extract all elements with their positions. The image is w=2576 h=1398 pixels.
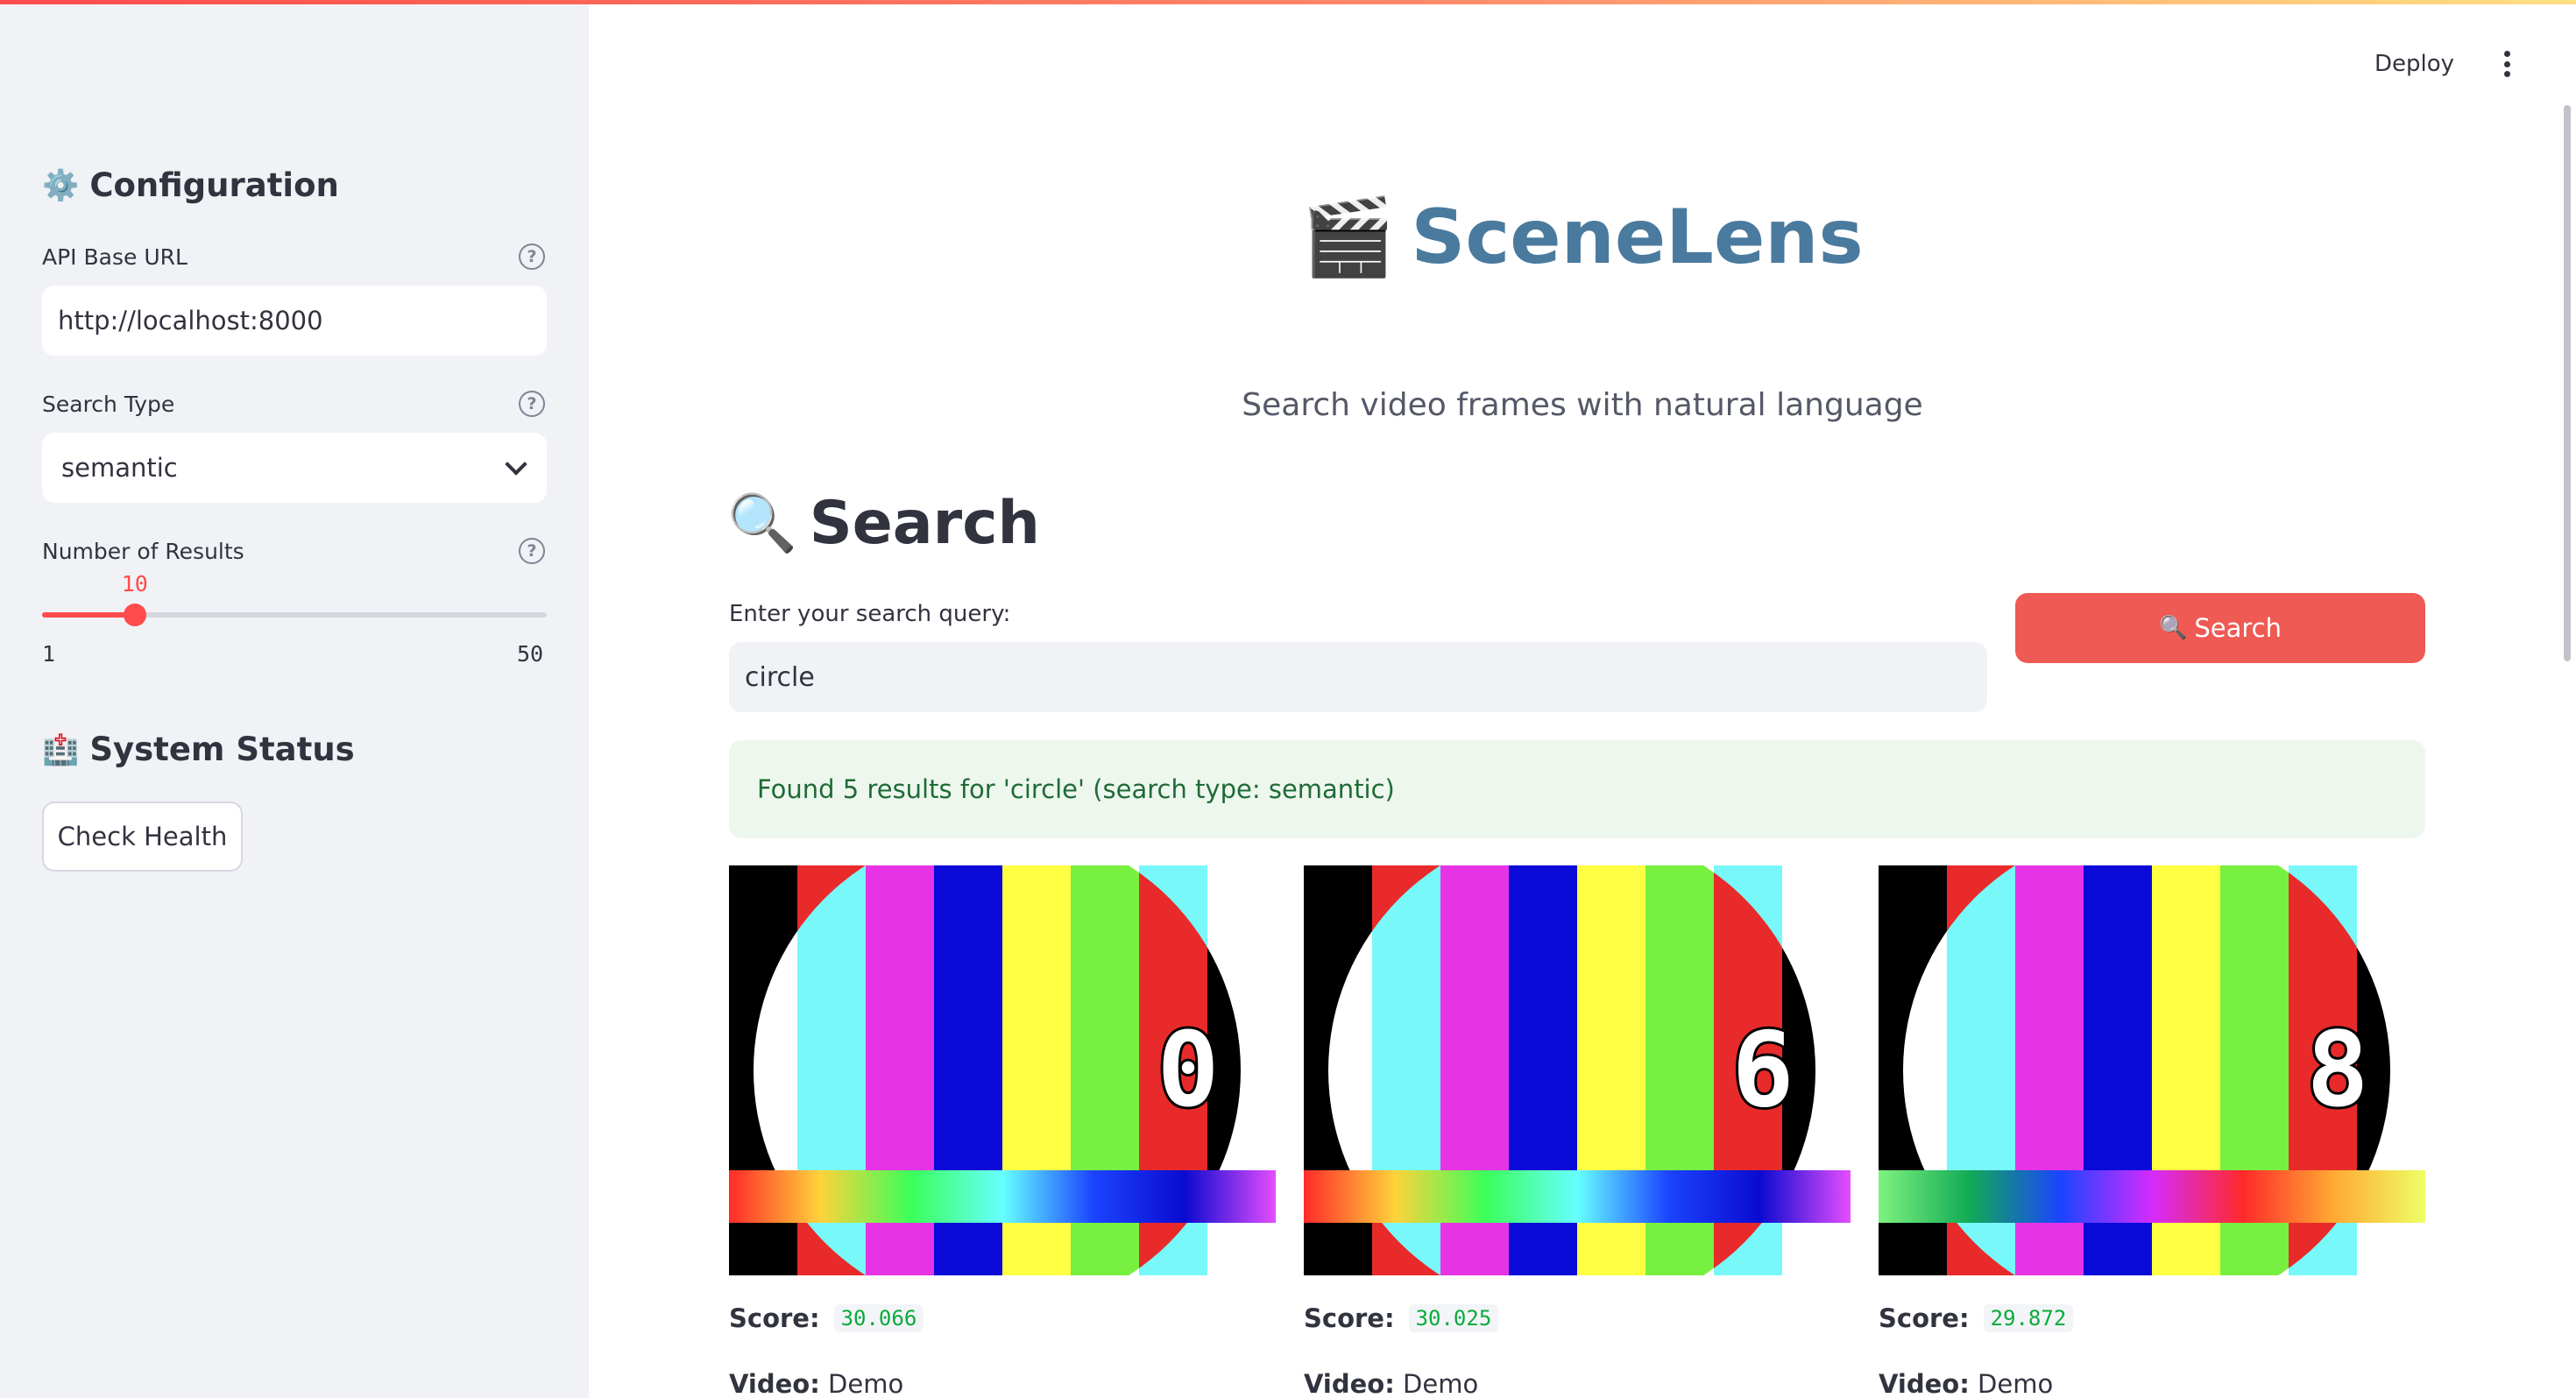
- svg-text:8: 8: [2306, 1009, 2368, 1130]
- score-value: 30.066: [833, 1304, 924, 1332]
- magnifier-icon: 🔍: [727, 491, 797, 556]
- video-row: Video: Demo: [1879, 1369, 2053, 1398]
- score-row: Score: 30.025: [1304, 1303, 1499, 1333]
- magnifier-icon: 🔍: [2158, 615, 2188, 641]
- hospital-icon: 🏥: [42, 731, 80, 767]
- svg-text:6: 6: [1731, 1009, 1794, 1130]
- score-row: Score: 30.066: [729, 1303, 924, 1333]
- system-status-title: System Status: [89, 731, 355, 768]
- score-label: Score:: [1879, 1303, 1970, 1333]
- video-value: Demo: [1403, 1369, 1479, 1398]
- video-value: Demo: [828, 1369, 904, 1398]
- app-title-text: SceneLens: [1411, 193, 1864, 281]
- search-button-label: Search: [2194, 613, 2282, 643]
- search-heading-text: Search: [809, 489, 1040, 558]
- slider-fill: [42, 612, 135, 618]
- result-thumbnail[interactable]: 8: [1879, 865, 2425, 1275]
- search-type-label: Search Type: [42, 392, 175, 417]
- video-label: Video:: [1879, 1369, 1970, 1398]
- result-thumbnail[interactable]: 0: [729, 865, 1276, 1275]
- top-decoration-bar: [0, 0, 2576, 4]
- app-subtitle: Search video frames with natural languag…: [1242, 387, 1923, 423]
- slider-value: 10: [121, 571, 148, 597]
- more-options-icon[interactable]: [2502, 51, 2511, 77]
- system-status-header: 🏥 System Status: [42, 731, 355, 768]
- score-label: Score:: [729, 1303, 820, 1333]
- score-value: 30.025: [1408, 1304, 1499, 1332]
- search-type-select[interactable]: semantic: [42, 433, 547, 503]
- result-card: 0 Score: 30.066 Video: Demo: [729, 865, 1276, 1398]
- video-value: Demo: [1978, 1369, 2054, 1398]
- search-type-value: semantic: [61, 453, 178, 483]
- query-label: Enter your search query:: [729, 601, 1011, 627]
- search-input[interactable]: circle: [729, 642, 1987, 712]
- video-row: Video: Demo: [1304, 1369, 1478, 1398]
- number-of-results-slider[interactable]: [42, 604, 547, 626]
- slider-min: 1: [42, 641, 56, 667]
- score-row: Score: 29.872: [1879, 1303, 2074, 1333]
- slider-max: 50: [517, 641, 544, 667]
- video-label: Video:: [1304, 1369, 1395, 1398]
- scrollbar[interactable]: [2564, 105, 2571, 661]
- search-button[interactable]: 🔍 Search: [2015, 593, 2425, 663]
- api-url-input[interactable]: http://localhost:8000: [42, 286, 547, 356]
- video-row: Video: Demo: [729, 1369, 903, 1398]
- result-card: 6 Score: 30.025 Video: Demo: [1304, 865, 1851, 1398]
- help-icon[interactable]: ?: [519, 538, 545, 564]
- video-label: Video:: [729, 1369, 820, 1398]
- result-card: 8 Score: 29.872 Video: Demo: [1879, 865, 2425, 1398]
- score-label: Score:: [1304, 1303, 1395, 1333]
- result-thumbnail[interactable]: 6: [1304, 865, 1851, 1275]
- deploy-button[interactable]: Deploy: [2374, 51, 2454, 77]
- check-health-button[interactable]: Check Health: [42, 801, 243, 872]
- success-message: Found 5 results for 'circle' (search typ…: [729, 740, 2425, 838]
- clapper-board-icon: 🎬: [1301, 194, 1396, 281]
- number-of-results-label: Number of Results: [42, 539, 244, 564]
- help-icon[interactable]: ?: [519, 391, 545, 417]
- slider-thumb[interactable]: [123, 604, 146, 626]
- score-value: 29.872: [1983, 1304, 2074, 1332]
- chevron-down-icon: [505, 453, 527, 476]
- svg-text:0: 0: [1157, 1009, 1219, 1130]
- search-heading: 🔍 Search: [727, 489, 1040, 558]
- app-title: 🎬 SceneLens: [0, 193, 2576, 282]
